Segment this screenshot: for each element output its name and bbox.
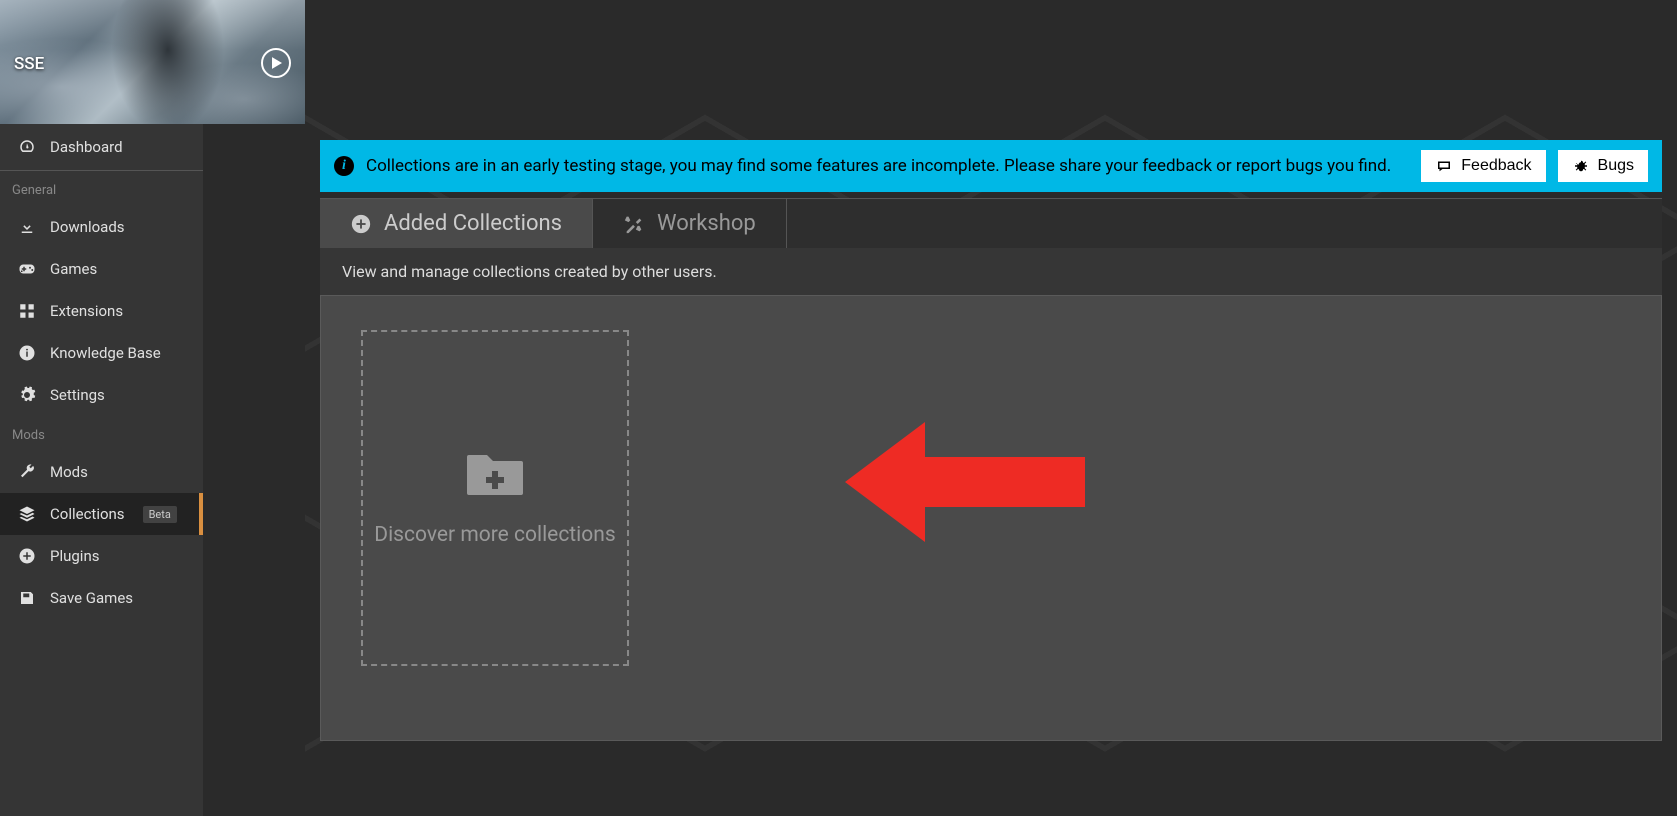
tools-icon	[623, 213, 645, 235]
sidebar-item-label: Collections	[50, 505, 125, 523]
sidebar-item-label: Extensions	[50, 302, 123, 320]
sidebar-item-settings[interactable]: Settings	[0, 374, 203, 416]
tab-label: Workshop	[657, 211, 756, 236]
info-icon	[18, 344, 36, 362]
sidebar-item-collections[interactable]: Collections Beta	[0, 493, 203, 535]
save-icon	[18, 589, 36, 607]
sidebar-item-downloads[interactable]: Downloads	[0, 206, 203, 248]
layers-icon	[18, 505, 36, 523]
sidebar-item-label: Downloads	[50, 218, 125, 236]
notice-text: Collections are in an early testing stag…	[366, 156, 1409, 176]
folder-plus-icon	[463, 445, 527, 499]
beta-badge: Beta	[143, 506, 177, 523]
feedback-button[interactable]: Feedback	[1421, 150, 1545, 182]
sidebar-section-general: General	[0, 171, 203, 206]
sidebar-item-label: Plugins	[50, 547, 99, 565]
game-short-name: SSE	[14, 54, 44, 74]
gauge-icon	[18, 138, 36, 156]
puzzle-icon	[18, 302, 36, 320]
sidebar-item-label: Save Games	[50, 589, 133, 607]
bugs-button-label: Bugs	[1598, 157, 1634, 175]
info-icon: i	[334, 156, 354, 176]
plus-circle-icon	[18, 547, 36, 565]
main-area: i Collections are in an early testing st…	[305, 30, 1677, 816]
play-button[interactable]	[261, 48, 291, 78]
feedback-button-label: Feedback	[1461, 157, 1531, 175]
bug-icon	[1572, 157, 1590, 175]
game-banner[interactable]: SSE	[0, 0, 305, 124]
feedback-icon	[1435, 157, 1453, 175]
notice-bar: i Collections are in an early testing st…	[320, 140, 1662, 192]
sidebar-item-label: Games	[50, 260, 97, 278]
tabs: Added Collections Workshop	[320, 198, 1662, 248]
plus-circle-icon	[350, 213, 372, 235]
tab-description: View and manage collections created by o…	[320, 248, 1662, 296]
sidebar-item-knowledge-base[interactable]: Knowledge Base	[0, 332, 203, 374]
sidebar-section-mods: Mods	[0, 416, 203, 451]
sidebar-item-games[interactable]: Games	[0, 248, 203, 290]
sidebar-item-save-games[interactable]: Save Games	[0, 577, 203, 619]
gear-icon	[18, 386, 36, 404]
tab-added-collections[interactable]: Added Collections	[320, 199, 593, 248]
sidebar-item-mods[interactable]: Mods	[0, 451, 203, 493]
sidebar-item-plugins[interactable]: Plugins	[0, 535, 203, 577]
bugs-button[interactable]: Bugs	[1558, 150, 1648, 182]
sidebar-item-label: Mods	[50, 463, 88, 481]
tab-workshop[interactable]: Workshop	[593, 199, 787, 248]
wrench-icon	[18, 463, 36, 481]
gamepad-icon	[18, 260, 36, 278]
sidebar-item-label: Dashboard	[50, 138, 123, 156]
content-pane: Discover more collections	[320, 295, 1662, 741]
sidebar-item-label: Knowledge Base	[50, 344, 161, 362]
play-icon	[272, 57, 282, 69]
download-icon	[18, 218, 36, 236]
sidebar-item-label: Settings	[50, 386, 105, 404]
sidebar-item-dashboard[interactable]: Dashboard	[0, 124, 203, 171]
sidebar-item-extensions[interactable]: Extensions	[0, 290, 203, 332]
discover-card-text: Discover more collections	[374, 521, 615, 550]
sidebar: Dashboard General Downloads Games Extens…	[0, 124, 203, 816]
discover-more-card[interactable]: Discover more collections	[361, 330, 629, 666]
tab-label: Added Collections	[384, 211, 562, 236]
